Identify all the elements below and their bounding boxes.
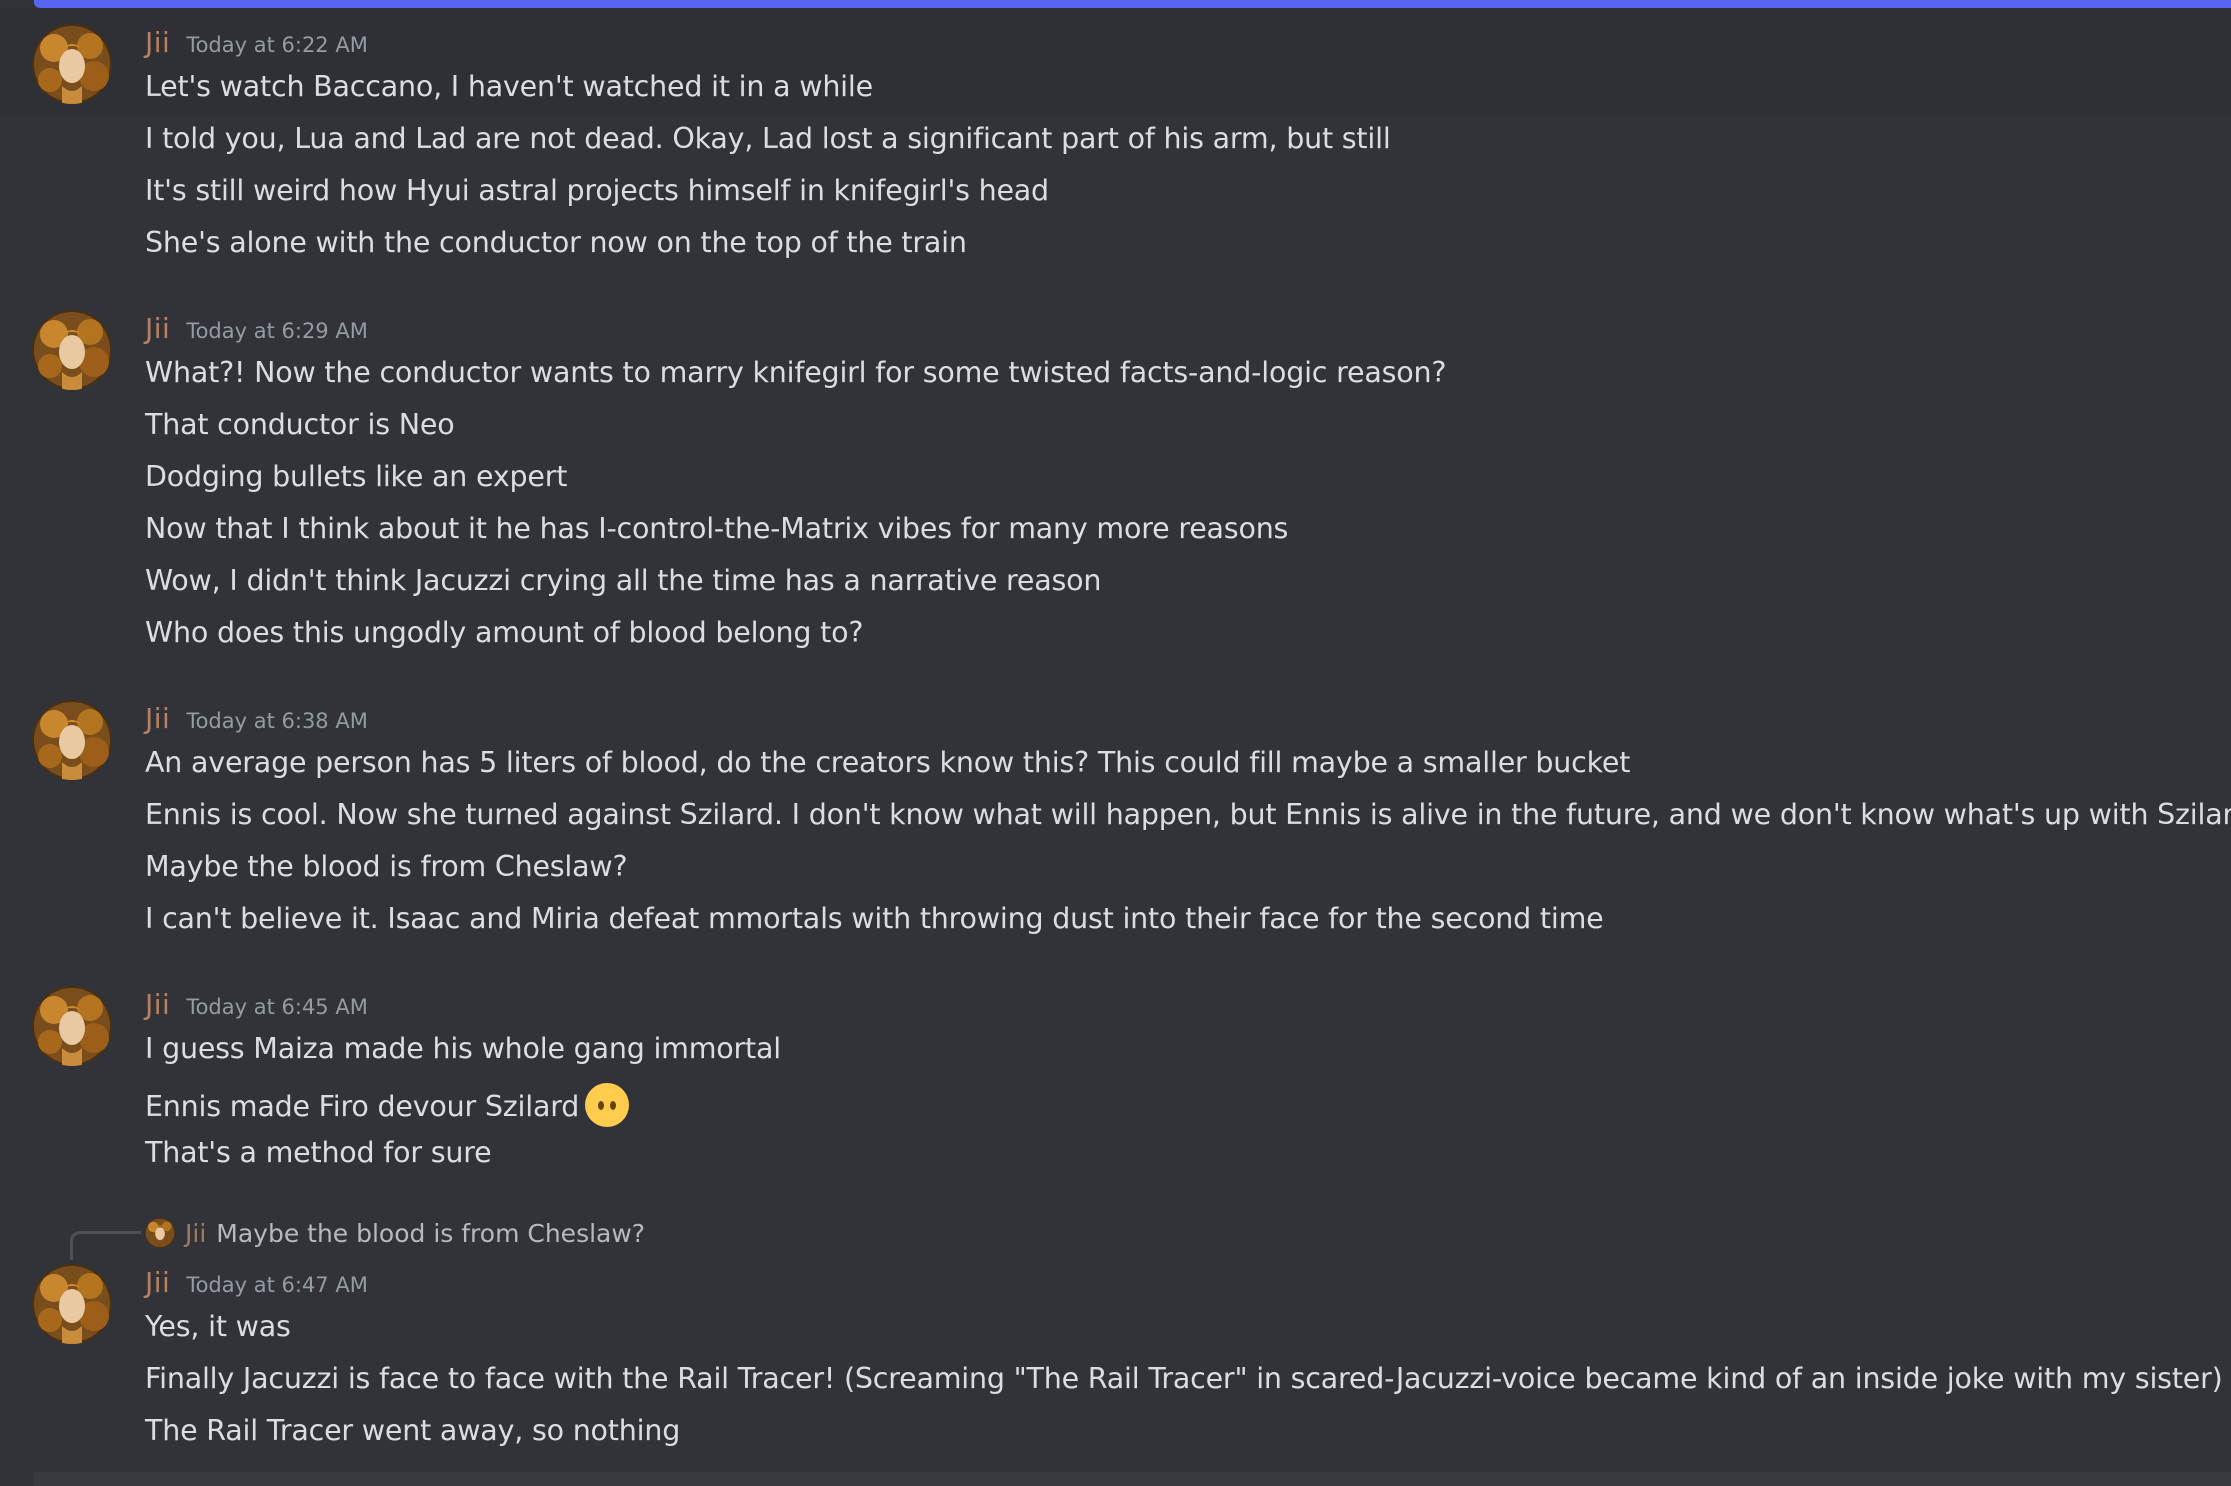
message-text: Dodging bullets like an expert <box>145 460 568 493</box>
timestamp[interactable]: Today at 6:38 AM <box>186 709 368 733</box>
username[interactable]: Jii <box>145 312 170 345</box>
message-header: Jii Today at 6:38 AM <box>145 702 368 738</box>
message-header: Jii Today at 6:29 AM <box>145 312 368 348</box>
timestamp[interactable]: Today at 6:47 AM <box>186 1273 368 1297</box>
reply-username[interactable]: Jii <box>185 1219 206 1248</box>
timestamp[interactable]: Today at 6:22 AM <box>186 33 368 57</box>
message-header: Jii Today at 6:45 AM <box>145 988 368 1024</box>
reply-avatar <box>145 1218 175 1248</box>
message-text: Let's watch Baccano, I haven't watched i… <box>145 70 873 103</box>
message-text: Maybe the blood is from Cheslaw? <box>145 850 628 883</box>
message-text: I told you, Lua and Lad are not dead. Ok… <box>145 122 1391 155</box>
message-text: Yes, it was <box>145 1310 291 1343</box>
username[interactable]: Jii <box>145 1266 170 1299</box>
message-text: I guess Maiza made his whole gang immort… <box>145 1032 782 1065</box>
message-text: The Rail Tracer went away, so nothing <box>145 1414 681 1447</box>
avatar[interactable] <box>32 1264 112 1344</box>
message-text: Ennis made Firo devour Szilard <box>145 1090 580 1123</box>
message-text: That conductor is Neo <box>145 408 455 441</box>
timestamp[interactable]: Today at 6:45 AM <box>186 995 368 1019</box>
timestamp[interactable]: Today at 6:29 AM <box>186 319 368 343</box>
message-header: Jii Today at 6:47 AM <box>145 1266 368 1302</box>
username[interactable]: Jii <box>145 702 170 735</box>
message-text: That's a method for sure <box>145 1136 492 1169</box>
message-text: An average person has 5 liters of blood,… <box>145 746 1631 779</box>
reply-text[interactable]: Maybe the blood is from Cheslaw? <box>216 1219 645 1248</box>
message-text: Finally Jacuzzi is face to face with the… <box>145 1362 2223 1395</box>
top-accent-bar <box>34 0 2231 8</box>
message-text: Who does this ungodly amount of blood be… <box>145 616 864 649</box>
message-text: It's still weird how Hyui astral project… <box>145 174 1049 207</box>
message-text: I can't believe it. Isaac and Miria defe… <box>145 902 1604 935</box>
avatar[interactable] <box>32 310 112 390</box>
username[interactable]: Jii <box>145 26 170 59</box>
message-text: Wow, I didn't think Jacuzzi crying all t… <box>145 564 1102 597</box>
message-text: What?! Now the conductor wants to marry … <box>145 356 1447 389</box>
avatar[interactable] <box>32 700 112 780</box>
username[interactable]: Jii <box>145 988 170 1021</box>
neutral-face-emoji[interactable] <box>585 1083 630 1127</box>
avatar[interactable] <box>32 24 112 104</box>
message-text: She's alone with the conductor now on th… <box>145 226 967 259</box>
message-text: Ennis is cool. Now she turned against Sz… <box>145 798 2231 831</box>
message-input-edge <box>34 1472 2231 1486</box>
message-text: Now that I think about it he has I-contr… <box>145 512 1289 545</box>
reply-preview[interactable]: Jii Maybe the blood is from Cheslaw? <box>145 1216 645 1250</box>
message-line-with-emoji: Ennis made Firo devour Szilard <box>145 1083 630 1127</box>
reply-connector <box>70 1231 141 1260</box>
message-header: Jii Today at 6:22 AM <box>145 26 368 62</box>
avatar[interactable] <box>32 986 112 1066</box>
